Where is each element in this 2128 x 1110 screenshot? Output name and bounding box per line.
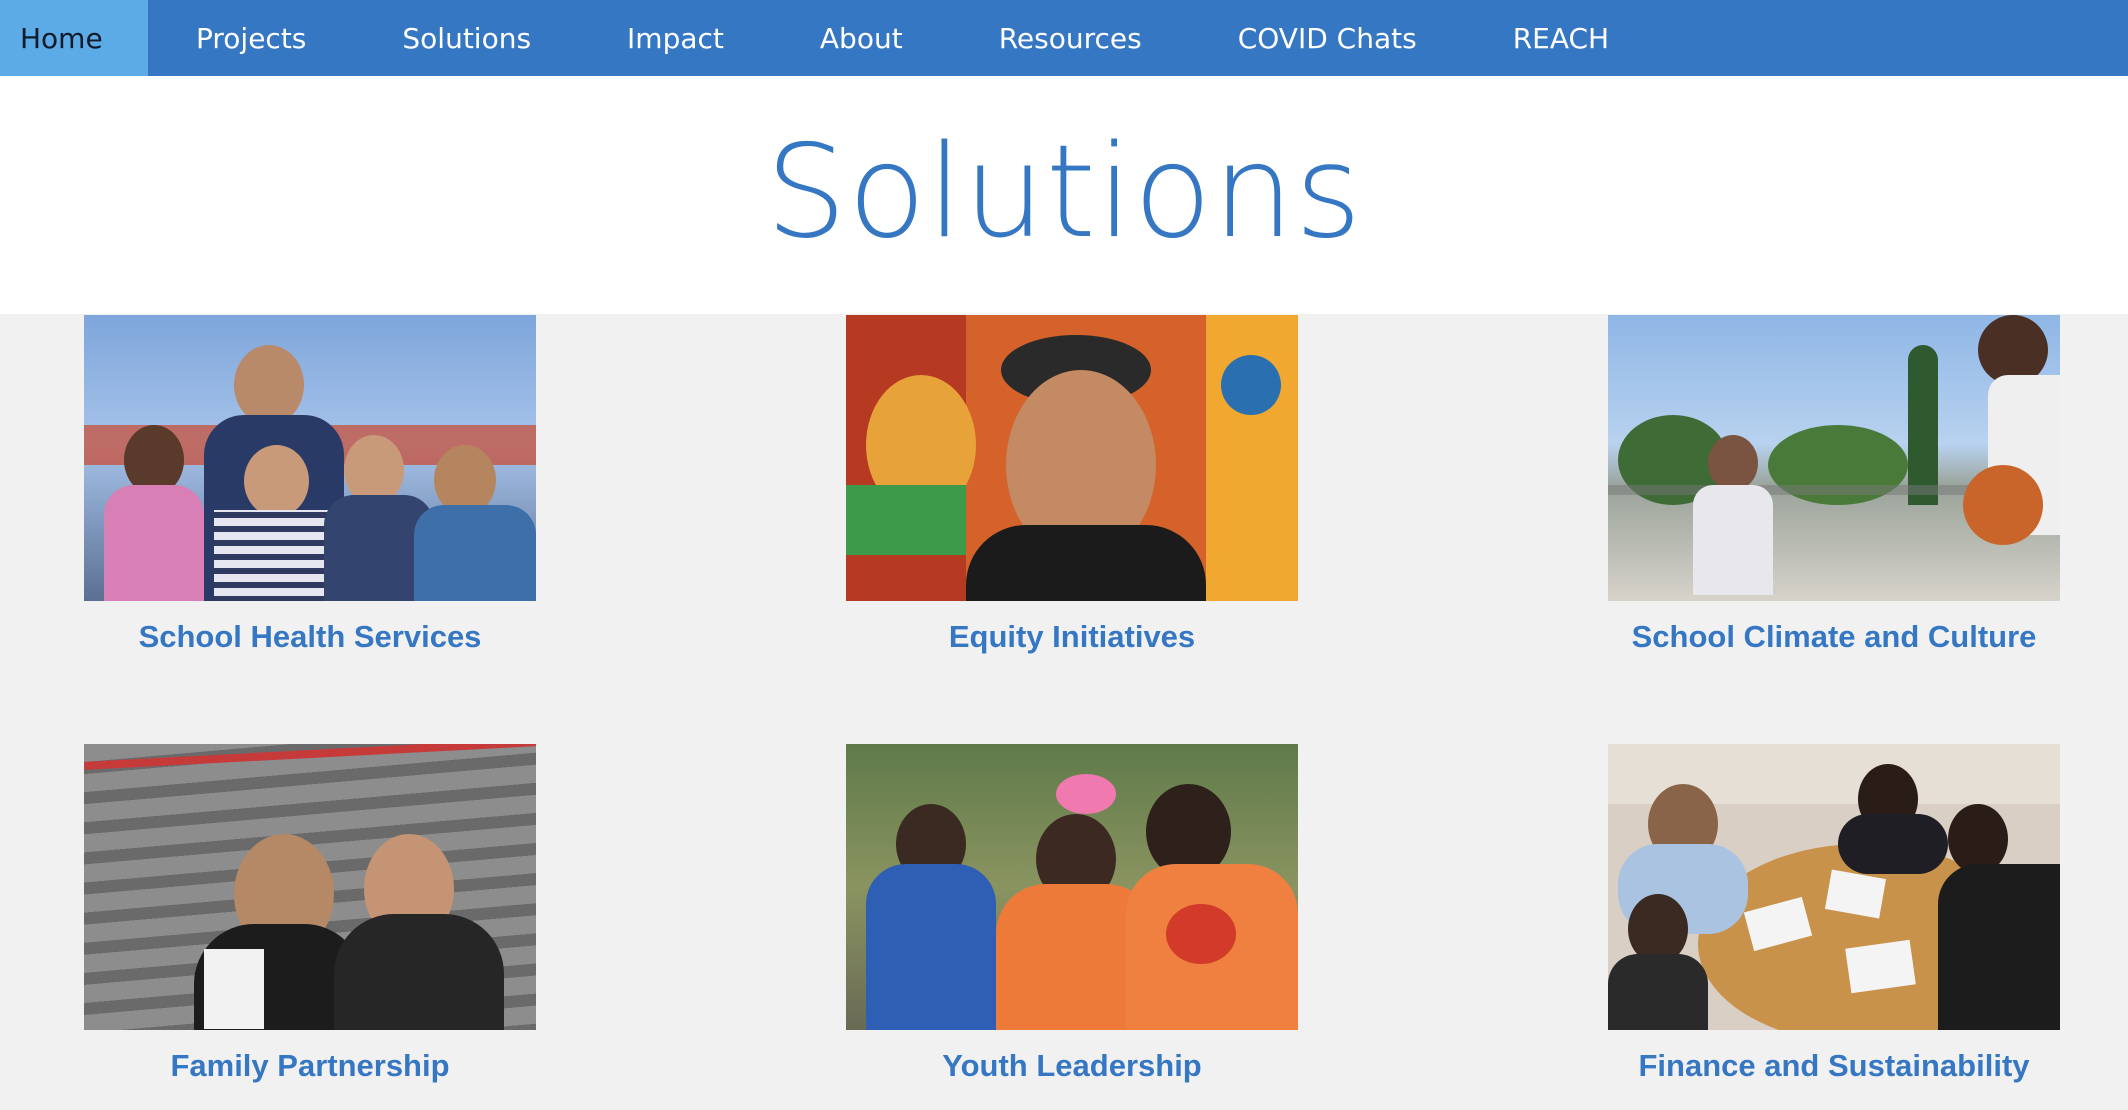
nav-resources[interactable]: Resources [951, 0, 1190, 76]
card-caption[interactable]: Finance and Sustainability [1608, 1048, 2060, 1084]
nav-solutions[interactable]: Solutions [354, 0, 579, 76]
card-equity-initiatives[interactable]: Equity Initiatives [846, 315, 1298, 655]
card-family-partnership[interactable]: Family Partnership [84, 744, 536, 1084]
card-photo[interactable] [1608, 744, 2060, 1030]
card-photo[interactable] [846, 315, 1298, 601]
card-caption[interactable]: Family Partnership [84, 1048, 536, 1084]
nav-home[interactable]: Home [0, 0, 148, 76]
page-header: Solutions [0, 76, 2128, 314]
card-photo[interactable] [84, 744, 536, 1030]
card-caption[interactable]: Equity Initiatives [846, 619, 1298, 655]
nav-covid-chats[interactable]: COVID Chats [1190, 0, 1465, 76]
card-photo[interactable] [846, 744, 1298, 1030]
top-nav: Home Projects Solutions Impact About Res… [0, 0, 2128, 76]
card-caption[interactable]: School Climate and Culture [1608, 619, 2060, 655]
page-title: Solutions [765, 118, 1363, 267]
nav-projects[interactable]: Projects [148, 0, 354, 76]
card-caption[interactable]: Youth Leadership [846, 1048, 1298, 1084]
card-caption[interactable]: School Health Services [84, 619, 536, 655]
nav-impact[interactable]: Impact [579, 0, 772, 76]
card-photo[interactable] [84, 315, 536, 601]
card-school-climate-and-culture[interactable]: School Climate and Culture [1608, 315, 2060, 655]
nav-about[interactable]: About [772, 0, 951, 76]
nav-reach[interactable]: REACH [1465, 0, 1657, 76]
card-finance-and-sustainability[interactable]: Finance and Sustainability [1608, 744, 2060, 1084]
card-youth-leadership[interactable]: Youth Leadership [846, 744, 1298, 1084]
card-school-health-services[interactable]: School Health Services [84, 315, 536, 655]
card-photo[interactable] [1608, 315, 2060, 601]
